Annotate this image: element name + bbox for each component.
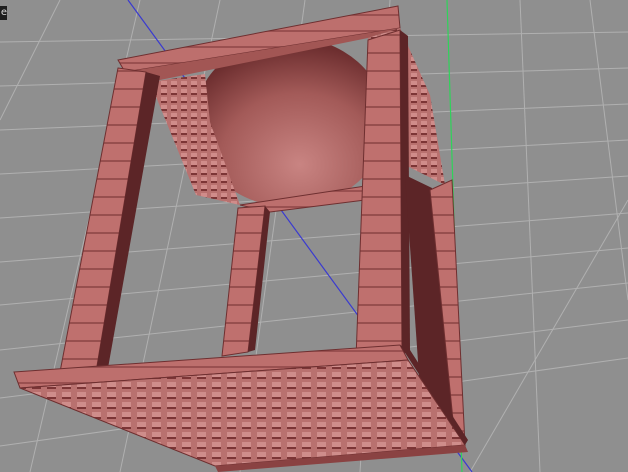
viewport-canvas[interactable] (0, 0, 628, 472)
3d-viewport[interactable]: e (0, 0, 628, 472)
view-label: e (0, 6, 7, 20)
